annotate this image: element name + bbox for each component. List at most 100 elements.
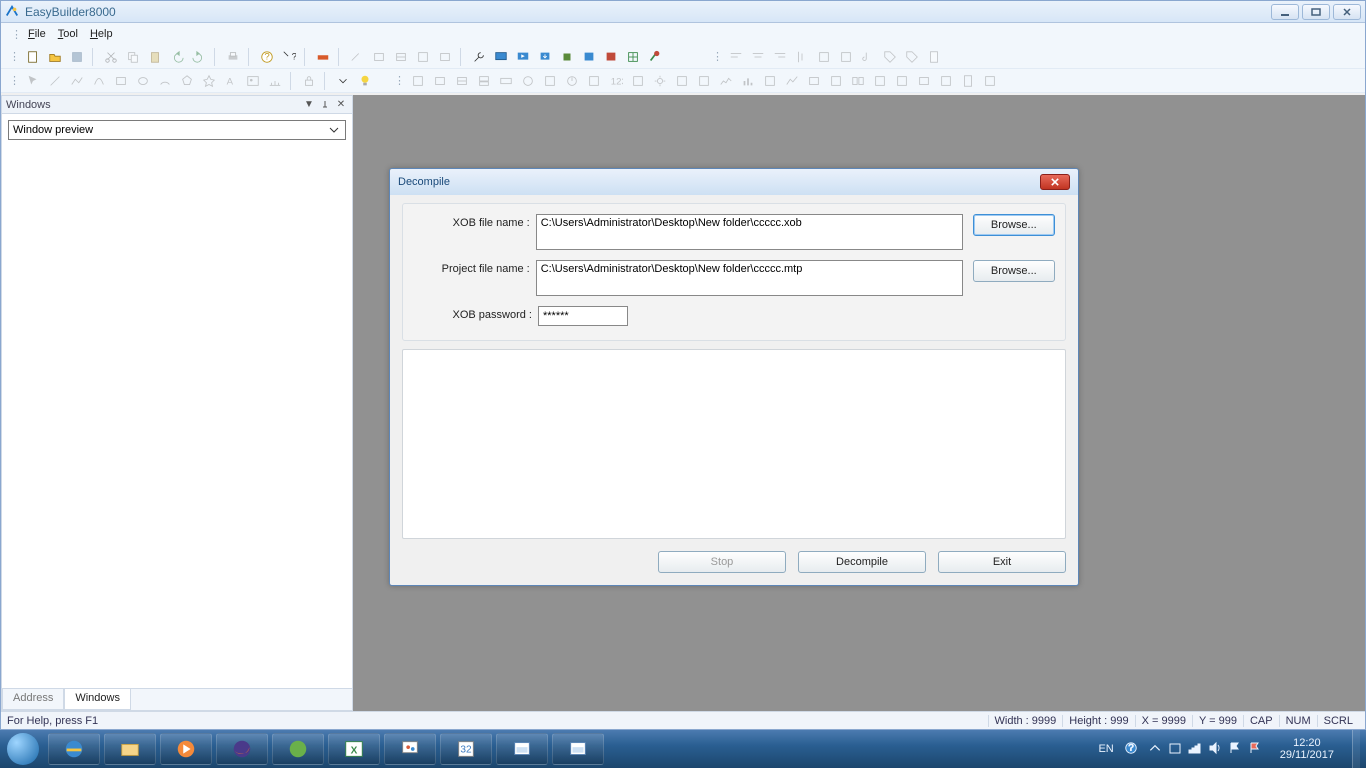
object-icon[interactable]	[409, 72, 427, 90]
menu-help[interactable]: Help	[90, 28, 113, 40]
tab-address[interactable]: Address	[2, 689, 64, 710]
taskbar-firefox[interactable]	[216, 733, 268, 765]
object-icon[interactable]: 123	[607, 72, 625, 90]
flag-red-icon[interactable]	[1248, 741, 1262, 758]
save-icon[interactable]	[68, 48, 86, 66]
wrench-icon[interactable]	[470, 48, 488, 66]
tray-icon[interactable]	[1168, 741, 1182, 758]
screen-red-icon[interactable]	[602, 48, 620, 66]
taskbar-app[interactable]: 32	[440, 733, 492, 765]
trend-icon[interactable]	[783, 72, 801, 90]
monitor-icon[interactable]	[492, 48, 510, 66]
grid-green-icon[interactable]	[624, 48, 642, 66]
object-icon[interactable]	[585, 72, 603, 90]
chevron-up-icon[interactable]	[1148, 741, 1162, 758]
chip-icon[interactable]	[558, 48, 576, 66]
print-icon[interactable]	[224, 48, 242, 66]
curve-icon[interactable]	[90, 72, 108, 90]
object-icon[interactable]	[519, 72, 537, 90]
music-note-icon[interactable]	[859, 48, 877, 66]
browse-xob-button[interactable]: Browse...	[973, 214, 1055, 236]
bar-chart-icon[interactable]	[739, 72, 757, 90]
check-icon[interactable]	[646, 48, 664, 66]
maximize-button[interactable]	[1302, 4, 1330, 20]
taskbar-app-green[interactable]	[272, 733, 324, 765]
taskbar-easybuilder[interactable]	[496, 733, 548, 765]
taskbar-excel[interactable]: X	[328, 733, 380, 765]
close-window-button[interactable]	[1333, 4, 1361, 20]
object-icon[interactable]	[497, 72, 515, 90]
tool-icon[interactable]	[314, 48, 332, 66]
redo-icon[interactable]	[190, 48, 208, 66]
polyline-icon[interactable]	[68, 72, 86, 90]
decompile-button[interactable]: Decompile	[798, 551, 926, 573]
object-icon[interactable]	[541, 72, 559, 90]
object-icon[interactable]	[959, 72, 977, 90]
pin-icon[interactable]	[318, 98, 332, 112]
open-file-icon[interactable]	[46, 48, 64, 66]
align-icon[interactable]	[815, 48, 833, 66]
language-indicator[interactable]: EN	[1098, 743, 1113, 755]
close-panel-icon[interactable]: ✕	[334, 98, 348, 112]
object-icon[interactable]	[915, 72, 933, 90]
undo-icon[interactable]	[168, 48, 186, 66]
exit-button[interactable]: Exit	[938, 551, 1066, 573]
object-icon[interactable]	[761, 72, 779, 90]
context-help-icon[interactable]: ?	[280, 48, 298, 66]
chart-icon[interactable]	[717, 72, 735, 90]
start-button[interactable]	[0, 730, 46, 768]
object-icon[interactable]	[981, 72, 999, 90]
rect-icon[interactable]	[112, 72, 130, 90]
object-icon[interactable]	[893, 72, 911, 90]
taskbar-easybuilder-2[interactable]	[552, 733, 604, 765]
object-icon[interactable]	[629, 72, 647, 90]
dialog-title-bar[interactable]: Decompile	[390, 169, 1078, 195]
dropdown-icon[interactable]	[334, 72, 352, 90]
menu-file[interactable]: File	[28, 28, 46, 40]
xob-password-input[interactable]: ******	[538, 306, 628, 326]
tool-icon[interactable]	[392, 48, 410, 66]
network-icon[interactable]	[1188, 741, 1202, 758]
align-icon[interactable]	[771, 48, 789, 66]
show-desktop-button[interactable]	[1352, 730, 1360, 768]
minimize-button[interactable]	[1271, 4, 1299, 20]
object-icon[interactable]	[871, 72, 889, 90]
stop-button[interactable]: Stop	[658, 551, 786, 573]
star-icon[interactable]	[200, 72, 218, 90]
help-icon[interactable]: ?	[258, 48, 276, 66]
browse-project-button[interactable]: Browse...	[973, 260, 1055, 282]
arc-icon[interactable]	[156, 72, 174, 90]
monitor-play-icon[interactable]	[514, 48, 532, 66]
tag-icon[interactable]	[903, 48, 921, 66]
line-icon[interactable]	[46, 72, 64, 90]
screen-blue-icon[interactable]	[580, 48, 598, 66]
tool-icon[interactable]	[414, 48, 432, 66]
image-icon[interactable]	[244, 72, 262, 90]
taskbar-ie[interactable]	[48, 733, 100, 765]
taskbar-media-player[interactable]	[160, 733, 212, 765]
object-icon[interactable]	[453, 72, 471, 90]
pointer-icon[interactable]	[24, 72, 42, 90]
object-icon[interactable]	[695, 72, 713, 90]
flag-icon[interactable]	[1228, 741, 1242, 758]
project-file-input[interactable]: C:\Users\Administrator\Desktop\New folde…	[536, 260, 963, 296]
taskbar-paint[interactable]	[384, 733, 436, 765]
object-icon[interactable]	[827, 72, 845, 90]
align-icon[interactable]	[793, 48, 811, 66]
taskbar-clock[interactable]: 12:20 29/11/2017	[1272, 737, 1342, 761]
paste-icon[interactable]	[146, 48, 164, 66]
gear-icon[interactable]	[651, 72, 669, 90]
xob-file-input[interactable]: C:\Users\Administrator\Desktop\New folde…	[536, 214, 963, 250]
panel-dropdown-icon[interactable]: ▼	[302, 98, 316, 112]
align-icon[interactable]	[749, 48, 767, 66]
object-icon[interactable]	[563, 72, 581, 90]
menu-tool[interactable]: Tool	[58, 28, 78, 40]
object-icon[interactable]	[849, 72, 867, 90]
dialog-close-button[interactable]	[1040, 174, 1070, 190]
object-icon[interactable]	[673, 72, 691, 90]
object-icon[interactable]	[937, 72, 955, 90]
ellipse-icon[interactable]	[134, 72, 152, 90]
lock-icon[interactable]	[300, 72, 318, 90]
tool-icon[interactable]	[348, 48, 366, 66]
cut-icon[interactable]	[102, 48, 120, 66]
